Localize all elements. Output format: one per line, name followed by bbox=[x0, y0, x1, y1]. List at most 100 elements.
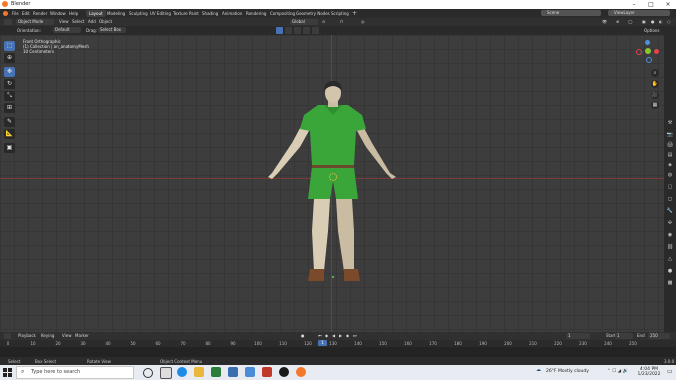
proportional-edit-icon[interactable]: ◎ bbox=[361, 19, 365, 25]
task-view-icon[interactable] bbox=[160, 367, 172, 379]
measure-tool[interactable]: 📐 bbox=[4, 129, 15, 139]
menu-render[interactable]: Render bbox=[33, 11, 47, 16]
tab-animation[interactable]: Animation bbox=[219, 10, 245, 17]
tab-rendering[interactable]: Rendering bbox=[243, 10, 269, 17]
jump-end-icon[interactable]: ⏭ bbox=[353, 333, 357, 339]
menu-edit[interactable]: Edit bbox=[22, 11, 30, 16]
snap-icon[interactable]: ⊓ bbox=[340, 19, 343, 25]
timeline-view-menu[interactable]: View bbox=[62, 333, 72, 339]
blender-menu-icon[interactable] bbox=[3, 11, 8, 16]
tool-properties-icon[interactable]: ⚒ bbox=[666, 119, 674, 127]
select-mode-extend-icon[interactable] bbox=[285, 27, 292, 34]
cortana-icon[interactable] bbox=[143, 368, 153, 378]
windows-start-icon[interactable] bbox=[3, 368, 12, 377]
gizmo-x-icon[interactable] bbox=[654, 49, 659, 54]
timeline-playback-menu[interactable]: Playback bbox=[18, 333, 36, 339]
object-properties-icon[interactable]: ◻ bbox=[666, 195, 674, 203]
gizmo-z-icon[interactable] bbox=[645, 40, 650, 45]
gizmo-neg-x-icon[interactable] bbox=[636, 49, 642, 55]
material-properties-icon[interactable]: ● bbox=[666, 267, 674, 275]
transform-orientation-dropdown[interactable]: Global bbox=[290, 19, 318, 25]
end-frame-field[interactable]: 250 bbox=[648, 333, 670, 339]
orientation-dropdown[interactable]: Default bbox=[53, 27, 81, 33]
pivot-icon[interactable]: ⊙ bbox=[322, 19, 325, 25]
jump-start-icon[interactable]: ⏮ bbox=[318, 333, 322, 339]
physics-properties-icon[interactable]: ◉ bbox=[666, 231, 674, 239]
weather-text[interactable]: 26°F Mostly cloudy bbox=[546, 369, 589, 374]
xray-icon[interactable]: ▣ bbox=[642, 19, 646, 25]
navigation-gizmo[interactable] bbox=[636, 39, 660, 63]
annotate-tool[interactable]: ✎ bbox=[4, 117, 15, 127]
playhead[interactable]: 1 bbox=[318, 340, 327, 346]
shading-material-icon[interactable]: ◐ bbox=[659, 19, 663, 25]
play-reverse-icon[interactable]: ◀ bbox=[332, 333, 335, 339]
character-model[interactable] bbox=[262, 81, 402, 291]
data-properties-icon[interactable]: △ bbox=[666, 255, 674, 263]
timeline-keying-menu[interactable]: Keying bbox=[41, 333, 54, 339]
menu-window[interactable]: Window bbox=[50, 11, 66, 16]
drag-dropdown[interactable]: Select Box bbox=[98, 27, 126, 33]
maximize-icon[interactable]: □ bbox=[643, 0, 659, 9]
app-icon-3[interactable] bbox=[279, 367, 289, 377]
shading-solid-icon[interactable]: ● bbox=[651, 19, 655, 25]
select-mode-subtract-icon[interactable] bbox=[294, 27, 301, 34]
tab-scripting[interactable]: Scripting bbox=[328, 10, 352, 17]
3d-viewport[interactable]: Front Orthographic (1) Collection | an_a… bbox=[0, 35, 664, 332]
app-icon-1[interactable] bbox=[211, 367, 221, 377]
gizmo-toggle-icon[interactable]: ⊕ bbox=[616, 19, 619, 25]
menu-select[interactable]: Select bbox=[72, 19, 84, 25]
constraints-properties-icon[interactable]: ⛓ bbox=[666, 243, 674, 251]
edge-icon[interactable] bbox=[177, 367, 187, 377]
store-icon[interactable] bbox=[245, 367, 255, 377]
particles-properties-icon[interactable]: ✣ bbox=[666, 219, 674, 227]
scene-properties-icon[interactable]: ◈ bbox=[666, 161, 674, 169]
menu-object[interactable]: Object bbox=[99, 19, 112, 25]
current-frame-field[interactable]: 1 bbox=[566, 333, 590, 339]
add-workspace-icon[interactable]: + bbox=[352, 10, 357, 17]
blender-taskbar-icon[interactable] bbox=[296, 367, 306, 377]
select-mode-intersect-icon[interactable] bbox=[312, 27, 319, 34]
zoom-icon[interactable]: ⌕ bbox=[651, 69, 659, 77]
select-mode-invert-icon[interactable] bbox=[303, 27, 310, 34]
taskbar-search-input[interactable]: Type here to search bbox=[16, 366, 134, 379]
timeline-ruler[interactable]: 0 10 20 30 40 50 60 70 80 90 100 110 120 130 140 150 160… bbox=[0, 340, 676, 347]
timeline-editor-type-icon[interactable] bbox=[4, 333, 11, 339]
render-properties-icon[interactable]: 📷 bbox=[666, 131, 674, 139]
pan-hand-icon[interactable]: ✋ bbox=[651, 80, 659, 88]
collection-properties-icon[interactable]: ▢ bbox=[666, 183, 674, 191]
gizmo-y-icon[interactable] bbox=[645, 48, 651, 54]
minimize-icon[interactable]: – bbox=[626, 0, 642, 9]
shading-rendered-icon[interactable]: ○ bbox=[667, 19, 671, 25]
tab-texture-paint[interactable]: Texture Paint bbox=[170, 10, 202, 17]
menu-file[interactable]: File bbox=[12, 11, 19, 16]
close-icon[interactable]: × bbox=[660, 0, 676, 9]
select-box-tool[interactable]: ⬚ bbox=[4, 41, 15, 51]
scale-tool[interactable]: ⤡ bbox=[4, 91, 15, 101]
output-properties-icon[interactable]: 🖨 bbox=[666, 141, 674, 149]
scene-selector[interactable]: Scene bbox=[541, 10, 601, 16]
add-cube-tool[interactable]: ▣ bbox=[4, 143, 15, 153]
options-button[interactable]: Options bbox=[644, 28, 659, 34]
overlays-icon[interactable]: ◯ bbox=[628, 19, 632, 25]
select-mode-set-icon[interactable] bbox=[276, 27, 283, 34]
play-icon[interactable]: ▶ bbox=[339, 333, 342, 339]
menu-add[interactable]: Add bbox=[88, 19, 96, 25]
move-tool[interactable]: ✥ bbox=[4, 67, 15, 77]
next-keyframe-icon[interactable]: ◆ bbox=[346, 333, 349, 339]
menu-help[interactable]: Help bbox=[69, 11, 78, 16]
start-frame-field[interactable]: 1 bbox=[615, 333, 633, 339]
tab-shading[interactable]: Shading bbox=[199, 10, 221, 17]
file-explorer-icon[interactable] bbox=[194, 367, 204, 377]
notifications-icon[interactable]: ▭ bbox=[667, 368, 673, 375]
rotate-tool[interactable]: ↻ bbox=[4, 79, 15, 89]
menu-view[interactable]: View bbox=[59, 19, 69, 25]
perspective-toggle-icon[interactable]: ▦ bbox=[651, 101, 659, 109]
view-layer-selector[interactable]: ViewLayer bbox=[608, 10, 670, 16]
view-layer-properties-icon[interactable]: ▤ bbox=[666, 151, 674, 159]
timeline-marker-menu[interactable]: Marker bbox=[75, 333, 89, 339]
transform-tool[interactable]: ⊞ bbox=[4, 103, 15, 113]
clock[interactable]: 4:04 PM 1/23/2022 bbox=[634, 367, 664, 377]
auto-keying-icon[interactable]: ● bbox=[301, 333, 305, 339]
prev-keyframe-icon[interactable]: ◆ bbox=[325, 333, 328, 339]
mode-dropdown[interactable]: Object Mode bbox=[16, 19, 54, 25]
